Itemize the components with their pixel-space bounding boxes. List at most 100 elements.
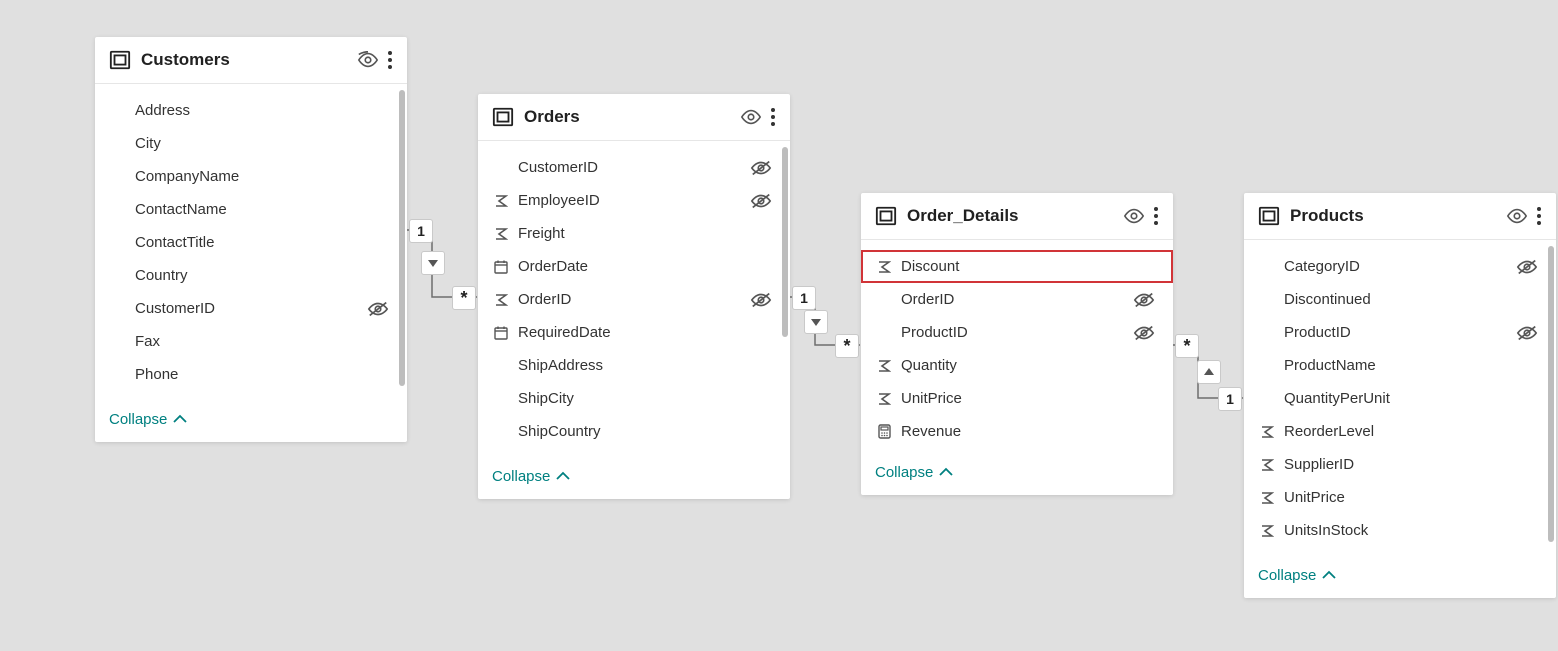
- table-header[interactable]: Customers: [95, 37, 407, 84]
- field-unitprice[interactable]: UnitPrice: [861, 382, 1173, 415]
- field-productid[interactable]: ProductID: [1244, 316, 1556, 349]
- table-title: Orders: [524, 107, 740, 127]
- field-freight[interactable]: Freight: [478, 217, 790, 250]
- field-fax[interactable]: Fax: [95, 325, 407, 358]
- cardinality-one: 1: [792, 286, 816, 310]
- cardinality-one: 1: [1218, 387, 1242, 411]
- sigma-icon: [492, 293, 510, 307]
- field-requireddate[interactable]: RequiredDate: [478, 316, 790, 349]
- field-productname[interactable]: ProductName: [1244, 349, 1556, 382]
- field-list: CustomerID EmployeeID Freight OrderDate: [478, 141, 790, 460]
- sigma-icon: [1258, 491, 1276, 505]
- field-supplierid[interactable]: SupplierID: [1244, 448, 1556, 481]
- field-unitsinstock[interactable]: UnitsInStock: [1244, 514, 1556, 547]
- cardinality-many: *: [1175, 334, 1199, 358]
- table-header[interactable]: Products: [1244, 193, 1556, 240]
- filter-direction-icon: [421, 251, 445, 275]
- field-orderdate[interactable]: OrderDate: [478, 250, 790, 283]
- field-orderid[interactable]: OrderID: [478, 283, 790, 316]
- sigma-icon: [875, 359, 893, 373]
- field-list: Discount OrderID ProductID Quantity: [861, 240, 1173, 456]
- visibility-icon[interactable]: [357, 51, 379, 69]
- hidden-icon: [1516, 324, 1538, 342]
- field-list: Address City CompanyName ContactName Con…: [95, 84, 407, 403]
- field-city[interactable]: City: [95, 127, 407, 160]
- sigma-icon: [875, 260, 893, 274]
- hidden-icon: [750, 192, 772, 210]
- scrollbar[interactable]: [782, 147, 788, 337]
- field-contacttitle[interactable]: ContactTitle: [95, 226, 407, 259]
- field-shipcity[interactable]: ShipCity: [478, 382, 790, 415]
- table-order-details[interactable]: Order_Details Discount OrderID ProductID: [861, 193, 1173, 495]
- more-options-icon[interactable]: [1536, 206, 1542, 226]
- chevron-up-icon: [939, 464, 953, 481]
- field-categoryid[interactable]: CategoryID: [1244, 250, 1556, 283]
- sigma-icon: [1258, 425, 1276, 439]
- table-header[interactable]: Orders: [478, 94, 790, 141]
- field-quantity[interactable]: Quantity: [861, 349, 1173, 382]
- more-options-icon[interactable]: [387, 50, 393, 70]
- field-shipaddress[interactable]: ShipAddress: [478, 349, 790, 382]
- chevron-up-icon: [173, 411, 187, 428]
- table-icon: [492, 106, 514, 128]
- more-options-icon[interactable]: [770, 107, 776, 127]
- field-address[interactable]: Address: [95, 94, 407, 127]
- model-canvas[interactable]: 1 * 1 * * 1 Customers Address C: [0, 0, 1558, 651]
- more-options-icon[interactable]: [1153, 206, 1159, 226]
- calculator-icon: [875, 424, 893, 439]
- field-revenue[interactable]: Revenue: [861, 415, 1173, 448]
- sigma-icon: [1258, 524, 1276, 538]
- visibility-icon[interactable]: [1506, 207, 1528, 225]
- filter-direction-icon: [1197, 360, 1221, 384]
- scrollbar[interactable]: [399, 90, 405, 386]
- calendar-icon: [492, 260, 510, 274]
- field-phone[interactable]: Phone: [95, 358, 407, 391]
- table-orders[interactable]: Orders CustomerID EmployeeID: [478, 94, 790, 499]
- field-customerid[interactable]: CustomerID: [478, 151, 790, 184]
- chevron-up-icon: [556, 468, 570, 485]
- field-productid[interactable]: ProductID: [861, 316, 1173, 349]
- field-shipcountry[interactable]: ShipCountry: [478, 415, 790, 448]
- sigma-icon: [492, 227, 510, 241]
- field-unitprice[interactable]: UnitPrice: [1244, 481, 1556, 514]
- collapse-button[interactable]: Collapse: [861, 456, 1173, 495]
- cardinality-many: *: [452, 286, 476, 310]
- table-title: Products: [1290, 206, 1506, 226]
- field-list: CategoryID Discontinued ProductID Produc…: [1244, 240, 1556, 559]
- collapse-button[interactable]: Collapse: [478, 460, 790, 499]
- table-icon: [109, 49, 131, 71]
- calendar-icon: [492, 326, 510, 340]
- hidden-icon: [1133, 291, 1155, 309]
- hidden-icon: [367, 300, 389, 318]
- field-country[interactable]: Country: [95, 259, 407, 292]
- visibility-icon[interactable]: [740, 108, 762, 126]
- scrollbar[interactable]: [1548, 246, 1554, 542]
- field-orderid[interactable]: OrderID: [861, 283, 1173, 316]
- table-customers[interactable]: Customers Address City CompanyName Conta…: [95, 37, 407, 442]
- cardinality-many: *: [835, 334, 859, 358]
- collapse-button[interactable]: Collapse: [1244, 559, 1556, 598]
- table-products[interactable]: Products CategoryID Discontinued Product…: [1244, 193, 1556, 598]
- table-header[interactable]: Order_Details: [861, 193, 1173, 240]
- table-title: Order_Details: [907, 206, 1123, 226]
- hidden-icon: [750, 291, 772, 309]
- field-discontinued[interactable]: Discontinued: [1244, 283, 1556, 316]
- field-contactname[interactable]: ContactName: [95, 193, 407, 226]
- field-customerid[interactable]: CustomerID: [95, 292, 407, 325]
- field-companyname[interactable]: CompanyName: [95, 160, 407, 193]
- field-employeeid[interactable]: EmployeeID: [478, 184, 790, 217]
- visibility-icon[interactable]: [1123, 207, 1145, 225]
- sigma-icon: [1258, 458, 1276, 472]
- field-reorderlevel[interactable]: ReorderLevel: [1244, 415, 1556, 448]
- sigma-icon: [875, 392, 893, 406]
- collapse-button[interactable]: Collapse: [95, 403, 407, 442]
- hidden-icon: [1516, 258, 1538, 276]
- chevron-up-icon: [1322, 567, 1336, 584]
- hidden-icon: [1133, 324, 1155, 342]
- field-discount[interactable]: Discount: [861, 250, 1173, 283]
- table-icon: [875, 205, 897, 227]
- table-title: Customers: [141, 50, 357, 70]
- filter-direction-icon: [804, 310, 828, 334]
- field-quantityperunit[interactable]: QuantityPerUnit: [1244, 382, 1556, 415]
- cardinality-one: 1: [409, 219, 433, 243]
